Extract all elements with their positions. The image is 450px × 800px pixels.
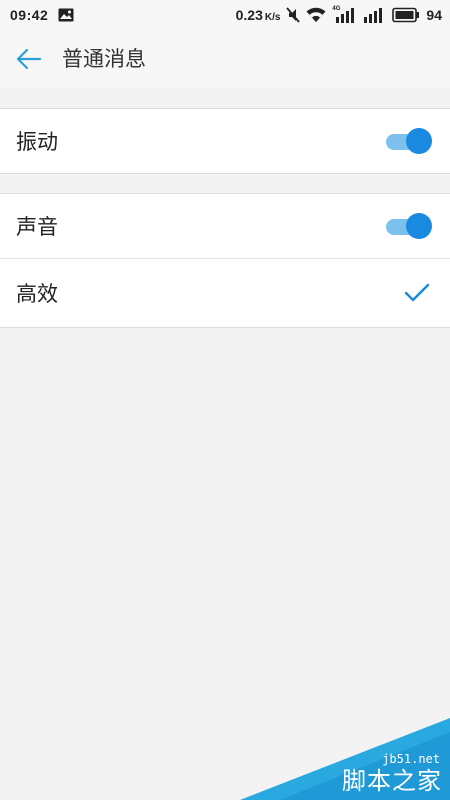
wifi-icon: [306, 7, 326, 23]
toggle-thumb: [406, 213, 432, 239]
watermark-name: 脚本之家: [342, 767, 442, 795]
sound-toggle[interactable]: [386, 212, 432, 240]
network-type: 4G: [332, 6, 341, 12]
network-speed: 0.23 K/s: [236, 7, 281, 23]
settings-group-sound: 声音 高效: [0, 193, 450, 328]
toggle-thumb: [406, 128, 432, 154]
vibration-label: 振动: [16, 130, 58, 154]
settings-group-vibration: 振动: [0, 108, 450, 174]
battery-level: 94: [426, 7, 442, 23]
image-notification-icon: [58, 8, 74, 22]
arrow-left-icon: [16, 48, 42, 70]
checkmark-icon: [402, 278, 432, 308]
mute-icon: [286, 7, 301, 23]
page-title: 普通消息: [62, 47, 146, 71]
setting-row-vibration[interactable]: 振动: [0, 109, 450, 173]
setting-row-efficient[interactable]: 高效: [0, 258, 450, 327]
vibration-toggle[interactable]: [386, 127, 432, 155]
battery-icon: [392, 7, 420, 23]
status-bar-right: 0.23 K/s 4G 94: [236, 0, 442, 30]
network-speed-value: 0.23: [235, 7, 263, 23]
app-header: 普通消息: [0, 30, 450, 88]
signal-4g-icon: 4G: [332, 6, 356, 23]
setting-row-sound[interactable]: 声音: [0, 194, 450, 258]
back-button[interactable]: [12, 43, 46, 75]
status-bar-left: 09:42: [10, 0, 74, 30]
signal-icon: [362, 7, 386, 23]
network-speed-unit: K/s: [264, 12, 281, 23]
status-bar: 09:42 0.23 K/s 4G 94: [0, 0, 450, 30]
screen: 09:42 0.23 K/s 4G 94 普通消息 振动 声音 高效 jb51.…: [0, 0, 450, 800]
watermark: jb51.net 脚本之家: [240, 718, 450, 800]
sound-label: 声音: [16, 215, 58, 239]
status-time: 09:42: [10, 7, 49, 23]
efficient-label: 高效: [16, 282, 58, 306]
